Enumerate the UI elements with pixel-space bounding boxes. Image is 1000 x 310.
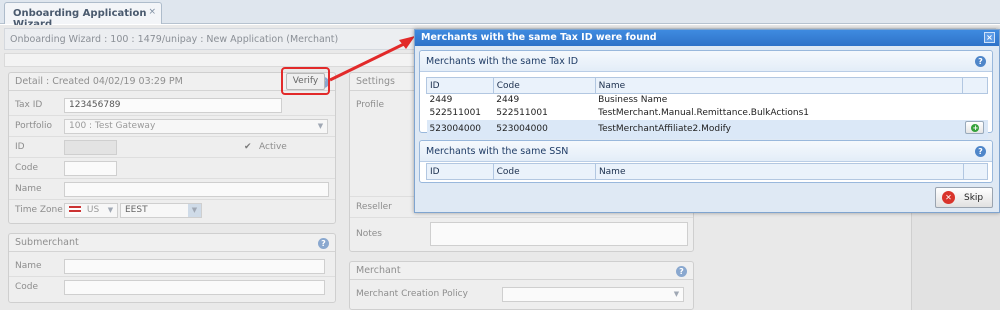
cancel-icon: ✕ bbox=[942, 191, 955, 204]
same-ssn-table: ID Code Name bbox=[426, 163, 988, 180]
same-tax-id-table: ID Code Name 2449 2449 Business Name 522… bbox=[426, 77, 989, 139]
help-icon[interactable]: ? bbox=[975, 56, 986, 67]
row-actions bbox=[962, 107, 987, 120]
arrow-line bbox=[329, 40, 409, 82]
column-header-actions bbox=[961, 77, 989, 94]
close-icon[interactable]: × bbox=[984, 32, 995, 43]
arrow-head bbox=[399, 36, 415, 49]
row-code: 523004000 bbox=[493, 119, 596, 139]
row-id: 523004000 bbox=[426, 119, 494, 139]
skip-button[interactable]: ✕ Skip bbox=[935, 187, 993, 208]
duplicate-tax-id-dialog: Merchants with the same Tax ID were foun… bbox=[414, 29, 1000, 213]
row-code: 2449 bbox=[496, 95, 520, 106]
same-tax-id-title: Merchants with the same Tax ID ? bbox=[420, 51, 992, 72]
row-name: TestMerchant.Manual.Remittance.BulkActio… bbox=[598, 108, 809, 118]
add-button[interactable]: + bbox=[965, 121, 985, 134]
table-row[interactable]: 523004000 523004000 TestMerchantAffiliat… bbox=[426, 119, 988, 139]
row-code: 522511001 bbox=[496, 108, 548, 118]
plus-icon: + bbox=[971, 124, 980, 132]
table-header-row: ID Code Name bbox=[426, 163, 988, 180]
column-header-code[interactable]: Code bbox=[492, 163, 596, 180]
row-name: Business Name bbox=[598, 95, 668, 106]
dialog-title: Merchants with the same Tax ID were foun… bbox=[415, 30, 999, 46]
row-id: 2449 bbox=[429, 95, 453, 106]
row-name: TestMerchantAffiliate2.Modify bbox=[595, 119, 963, 139]
column-header-actions bbox=[963, 163, 988, 180]
column-header-name[interactable]: Name bbox=[594, 77, 963, 94]
row-actions: + bbox=[962, 119, 988, 139]
row-id: 522511001 bbox=[429, 108, 482, 118]
same-tax-id-title-text: Merchants with the same Tax ID bbox=[426, 56, 579, 67]
column-header-id[interactable]: ID bbox=[426, 163, 494, 180]
same-ssn-panel: Merchants with the same SSN ? ID Code Na… bbox=[419, 140, 993, 183]
column-header-code[interactable]: Code bbox=[492, 77, 596, 94]
same-ssn-title: Merchants with the same SSN ? bbox=[420, 141, 992, 162]
dialog-title-text: Merchants with the same Tax ID were foun… bbox=[421, 32, 657, 43]
skip-label: Skip bbox=[964, 193, 984, 203]
help-icon[interactable]: ? bbox=[975, 146, 986, 157]
table-row[interactable]: 522511001 522511001 TestMerchant.Manual.… bbox=[427, 107, 988, 120]
column-header-id[interactable]: ID bbox=[426, 77, 494, 94]
row-actions bbox=[962, 94, 987, 107]
same-ssn-title-text: Merchants with the same SSN bbox=[426, 146, 569, 157]
column-header-name[interactable]: Name bbox=[594, 163, 965, 180]
same-tax-id-panel: Merchants with the same Tax ID ? ID Code… bbox=[419, 50, 993, 139]
table-row[interactable]: 2449 2449 Business Name bbox=[427, 94, 988, 107]
table-header-row: ID Code Name bbox=[426, 77, 989, 94]
